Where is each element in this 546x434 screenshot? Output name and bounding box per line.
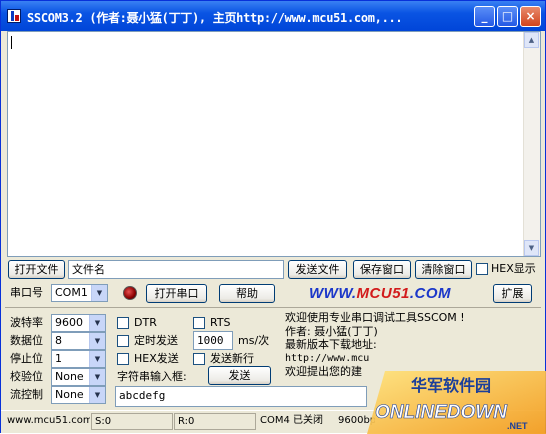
- status-sent-count: S:0: [91, 413, 173, 430]
- watermark-suffix: .NET: [507, 421, 528, 431]
- port-value: COM1: [55, 286, 88, 299]
- dtr-label: DTR: [134, 316, 157, 329]
- flow-select[interactable]: None ▼: [51, 386, 106, 404]
- chevron-down-icon[interactable]: ▼: [91, 285, 107, 301]
- send-newline-checkbox[interactable]: [193, 353, 205, 365]
- onlinedown-watermark: 华军软件园 ONLINEDOWN .NET: [367, 371, 546, 434]
- string-input[interactable]: abcdefg: [115, 386, 367, 407]
- status-port: COM4 已关闭: [260, 415, 324, 426]
- scroll-down-icon[interactable]: ▼: [524, 240, 539, 256]
- interval-input[interactable]: 1000: [193, 331, 233, 350]
- info-line: 欢迎使用专业串口调试工具SSCOM !: [285, 311, 465, 324]
- baud-select[interactable]: 9600 ▼: [51, 314, 106, 332]
- interval-unit: ms/次: [238, 334, 270, 347]
- timed-send-checkbox[interactable]: [117, 335, 129, 347]
- hex-send-label: HEX发送: [134, 352, 179, 365]
- save-window-button[interactable]: 保存窗口: [353, 260, 411, 279]
- open-file-button[interactable]: 打开文件: [8, 260, 65, 279]
- maximize-button[interactable]: □: [497, 6, 518, 27]
- dtr-checkbox[interactable]: [117, 317, 129, 329]
- open-port-button[interactable]: 打开串口: [146, 284, 207, 303]
- send-file-button[interactable]: 发送文件: [288, 260, 347, 279]
- input-label: 字符串输入框:: [117, 370, 187, 383]
- port-select[interactable]: COM1 ▼: [51, 284, 108, 302]
- port-label: 串口号: [10, 286, 43, 299]
- vertical-scrollbar[interactable]: ▲ ▼: [523, 32, 540, 256]
- hex-send-checkbox[interactable]: [117, 353, 129, 365]
- section-divider: [5, 307, 541, 308]
- rts-label: RTS: [210, 316, 231, 329]
- window-title: SSCOM3.2 (作者:聂小猛(丁丁), 主页http://www.mcu51…: [27, 11, 403, 25]
- help-button[interactable]: 帮助: [219, 284, 275, 303]
- app-icon[interactable]: [7, 9, 21, 23]
- stop-bits-value: 1: [55, 352, 62, 365]
- timed-send-label: 定时发送: [134, 334, 178, 347]
- title-bar[interactable]: SSCOM3.2 (作者:聂小猛(丁丁), 主页http://www.mcu51…: [1, 1, 545, 31]
- file-name-input[interactable]: 文件名: [68, 260, 284, 279]
- flow-label: 流控制: [10, 388, 43, 401]
- baud-value: 9600: [55, 316, 83, 329]
- stop-bits-select[interactable]: 1 ▼: [51, 350, 106, 368]
- parity-value: None: [55, 370, 84, 383]
- watermark-en-text: ONLINEDOWN: [375, 402, 508, 423]
- brand-main: WWW.: [309, 285, 357, 302]
- rts-checkbox[interactable]: [193, 317, 205, 329]
- close-button[interactable]: ×: [520, 6, 541, 27]
- hex-display-label: HEX显示: [491, 262, 536, 275]
- receive-textarea[interactable]: ▲ ▼: [7, 31, 541, 257]
- brand-link[interactable]: WWW.MCU51.COM: [309, 285, 451, 302]
- hex-display-checkbox[interactable]: [476, 263, 488, 275]
- chevron-down-icon[interactable]: ▼: [89, 387, 105, 403]
- port-status-led-icon: [123, 286, 137, 300]
- brand-tail: .COM: [409, 285, 452, 302]
- expand-button[interactable]: 扩展: [493, 284, 532, 303]
- parity-select[interactable]: None ▼: [51, 368, 106, 386]
- chevron-down-icon[interactable]: ▼: [89, 351, 105, 367]
- data-bits-label: 数据位: [10, 334, 43, 347]
- baud-label: 波特率: [10, 316, 43, 329]
- data-bits-select[interactable]: 8 ▼: [51, 332, 106, 350]
- chevron-down-icon[interactable]: ▼: [89, 315, 105, 331]
- clear-window-button[interactable]: 清除窗口: [415, 260, 472, 279]
- chevron-down-icon[interactable]: ▼: [89, 333, 105, 349]
- status-received-count: R:0: [174, 413, 256, 430]
- send-button[interactable]: 发送: [208, 366, 271, 385]
- minimize-button[interactable]: _: [474, 6, 495, 27]
- info-line: 最新版本下载地址:: [285, 338, 377, 351]
- info-line: 作者: 聂小猛(丁丁): [285, 324, 378, 338]
- parity-label: 校验位: [10, 370, 43, 383]
- text-caret: [11, 36, 12, 49]
- chevron-down-icon[interactable]: ▼: [89, 369, 105, 385]
- scroll-up-icon[interactable]: ▲: [524, 32, 539, 48]
- brand-accent: MCU51: [356, 285, 410, 302]
- watermark-cn-text: 华军软件园: [411, 376, 491, 395]
- flow-value: None: [55, 388, 84, 401]
- send-newline-label: 发送新行: [210, 352, 254, 365]
- data-bits-value: 8: [55, 334, 62, 347]
- stop-bits-label: 停止位: [10, 352, 43, 365]
- main-window: SSCOM3.2 (作者:聂小猛(丁丁), 主页http://www.mcu51…: [0, 0, 546, 434]
- status-site: www.mcu51.com: [7, 415, 90, 426]
